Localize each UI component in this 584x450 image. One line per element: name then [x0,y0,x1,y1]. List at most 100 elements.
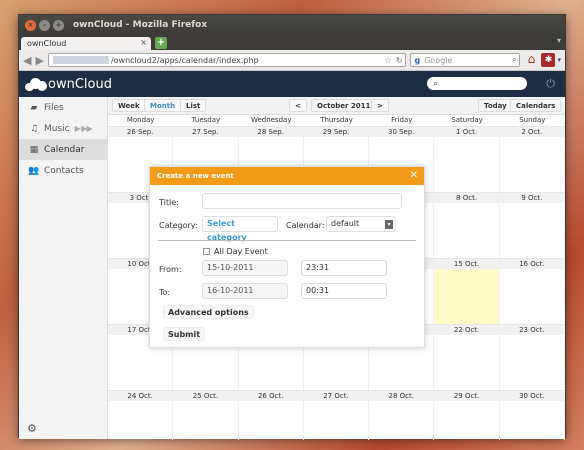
day-cell[interactable]: 25 Oct. [173,391,239,440]
dialog-close-icon[interactable]: ✕ [410,167,418,185]
new-tab-button[interactable]: + [155,37,167,49]
google-icon[interactable]: g [414,56,420,65]
select-arrow-icon: ▾ [385,220,393,229]
weekday-thursday: Thursday [320,116,353,124]
owncloud-search-input[interactable]: ⌕ [427,77,527,90]
day-number: 23 Oct. [499,325,564,335]
calendar-label: Calendar: [286,221,325,230]
music-icon: ♫ [29,123,39,134]
to-time-input[interactable]: 00:31 [301,283,387,299]
url-bar[interactable]: /owncloud2/apps/calendar/index.php ☆ ↻ [47,53,407,67]
tab-list-icon[interactable]: ▾ [557,36,561,45]
list-view-button[interactable]: List [180,99,207,112]
owncloud-header: ownCloud ⌕ ⏻ [19,71,565,97]
day-number: 15 Oct. [434,259,499,269]
search-icon[interactable]: ⌕ [512,55,516,65]
search-engine-bar[interactable]: g Google ⌕ [410,53,521,67]
dialog-separator [158,240,416,241]
calendar-select-value: default [331,219,360,228]
day-cell-today[interactable]: 15 Oct. [434,259,500,324]
day-cell[interactable]: 28 Oct. [369,391,435,440]
day-cell[interactable]: 16 Oct. [499,259,565,324]
previous-month-button[interactable]: < [289,99,307,112]
to-date-input[interactable]: 16-10-2011 [202,283,288,299]
music-play-controls-icon[interactable]: ▶ ▶▶ [75,124,93,133]
from-date-input[interactable]: 15-10-2011 [202,260,288,276]
sidebar-item-label: Files [44,102,64,113]
from-label: From: [159,265,182,274]
all-day-checkbox[interactable] [203,248,210,255]
day-number: 26 Oct. [238,391,303,401]
select-category-button[interactable]: Select category [202,216,278,242]
sidebar-item-calendar[interactable]: ▦ Calendar [19,139,107,160]
to-label: To: [159,288,171,297]
browser-tab[interactable]: ownCloud × [21,37,151,50]
submit-button[interactable]: Submit [163,327,206,341]
weekday-tuesday: Tuesday [191,116,221,124]
window-titlebar: × – + ownCloud - Mozilla Firefox [19,15,565,35]
settings-gear-icon[interactable]: ⚙ [27,422,37,435]
week-row: 24 Oct. 25 Oct. 26 Oct. 27 Oct. 28 Oct. … [108,390,565,440]
reload-icon[interactable]: ↻ [396,56,403,65]
day-number: 29 Sep. [303,127,369,137]
window-close-button[interactable]: × [25,19,36,31]
weekday-sunday: Sunday [519,116,546,124]
search-placeholder: Google [424,55,453,65]
day-number: 9 Oct. [499,193,564,203]
sidebar: ▰ Files ♫ Music ▶ ▶▶ ▦ Calendar 👥 Contac… [19,97,108,439]
all-day-row[interactable]: All Day Event [203,247,268,256]
day-number: 29 Oct. [434,391,499,401]
day-number: 28 Sep. [238,127,303,137]
day-cell[interactable]: 29 Oct. [434,391,500,440]
calendars-button[interactable]: Calendars [510,99,562,112]
addon-dropdown-icon[interactable]: ▾ [557,56,561,64]
title-label: Title: [159,198,179,207]
home-icon[interactable]: ⌂ [524,53,538,67]
day-cell[interactable]: 24 Oct. [108,391,174,440]
today-button[interactable]: Today [478,99,513,112]
day-number: 1 Oct. [434,127,499,137]
back-button[interactable]: ◀ [23,54,31,67]
weekday-friday: Friday [391,116,413,124]
browser-window: × – + ownCloud - Mozilla Firefox ownClou… [18,14,566,440]
window-maximize-button[interactable]: + [53,19,64,31]
week-view-button[interactable]: Week [112,99,146,112]
month-view-button[interactable]: Month [144,99,182,112]
addon-icon[interactable]: ✱ [541,53,556,67]
owncloud-logo[interactable]: ownCloud [25,77,112,92]
day-cell[interactable]: 27 Oct. [303,391,370,440]
day-number: 28 Oct. [369,391,434,401]
window-minimize-button[interactable]: – [39,19,50,31]
day-number: 26 Sep. [108,127,173,137]
day-cell[interactable]: 22 Oct. [434,325,500,390]
forward-button[interactable]: ▶ [35,54,43,67]
day-cell[interactable]: 8 Oct. [434,193,500,258]
bookmark-star-icon[interactable]: ☆ [384,56,391,65]
advanced-options-button[interactable]: Advanced options [163,305,254,319]
sidebar-item-files[interactable]: ▰ Files [19,97,107,118]
calendar-icon: ▦ [29,144,39,155]
day-cell[interactable]: 26 Oct. [238,391,304,440]
contacts-icon: 👥 [28,165,40,176]
sidebar-item-contacts[interactable]: 👥 Contacts [19,160,107,181]
event-title-input[interactable] [202,193,402,209]
day-number: 25 Oct. [173,391,238,401]
day-number: 30 Sep. [369,127,434,137]
day-number: 16 Oct. [499,259,564,269]
day-cell[interactable]: 9 Oct. [499,193,565,258]
tab-close-icon[interactable]: × [140,38,147,47]
day-cell[interactable]: 23 Oct. [499,325,565,390]
weekday-saturday: Saturday [451,116,483,124]
day-cell[interactable]: 30 Oct. [499,391,565,440]
logo-text: ownCloud [48,76,112,92]
day-cell[interactable]: 2 Oct. [499,127,565,192]
day-cell[interactable]: 1 Oct. [434,127,500,192]
sidebar-item-label: Contacts [44,165,84,176]
new-event-dialog: Create a new event ✕ Title: Category: Se… [149,166,425,348]
next-month-button[interactable]: > [371,99,389,112]
sidebar-item-music[interactable]: ♫ Music ▶ ▶▶ [19,118,107,139]
calendar-select[interactable]: default ▾ [326,216,396,232]
navigation-toolbar: ◀ ▶ /owncloud2/apps/calendar/index.php ☆… [19,50,565,71]
logout-icon[interactable]: ⏻ [546,77,555,91]
from-time-input[interactable]: 23:31 [301,260,387,276]
